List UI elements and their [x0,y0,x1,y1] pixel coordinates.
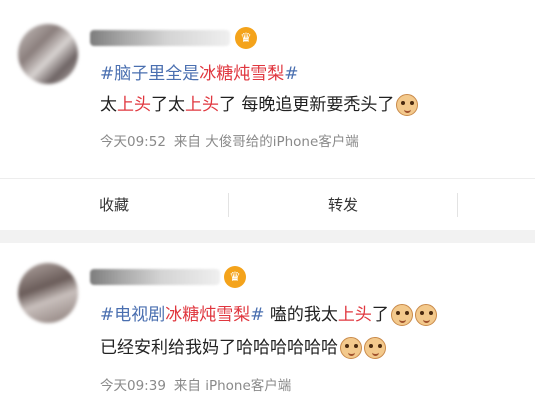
post-text-line2: 已经安利给我妈了哈哈哈哈哈哈 [100,337,386,359]
post-time[interactable]: 今天09:39 [100,378,166,394]
post-card: ♛ #电视剧冰糖炖雪梨# 嗑的我太上头了 已经安利给我妈了哈哈哈哈哈哈 今天09… [0,243,535,403]
post-meta: 今天09:52 来自 大俊哥给的iPhone客户端 [100,130,367,150]
post-text: 太上头了太上头了 每晚追更新要秃头了 [100,94,419,116]
post-text: #电视剧冰糖炖雪梨# 嗑的我太上头了 [100,304,437,326]
cat-face-icon [396,94,419,116]
topic-hashtag[interactable]: #脑子里全是冰糖炖雪梨# [100,64,299,84]
divider [457,193,458,217]
post-meta: 今天09:39 来自 iPhone客户端 [100,374,299,394]
cat-face-icon [414,304,437,326]
cat-face-icon [340,337,362,359]
cat-face-icon [390,304,413,326]
avatar[interactable] [18,263,78,323]
crown-badge-icon: ♛ [235,27,257,49]
post-time[interactable]: 今天09:52 [100,134,166,150]
username-blurred[interactable] [90,30,230,46]
action-bar: 收藏 转发 [0,178,535,231]
collect-button[interactable]: 收藏 [0,179,228,231]
cat-face-icon [364,337,386,359]
post-topic-line: #脑子里全是冰糖炖雪梨# [100,63,299,85]
topic-hashtag[interactable]: #电视剧冰糖炖雪梨# [100,305,265,325]
post-source: 来自 大俊哥给的iPhone客户端 [173,134,359,150]
section-gap [0,230,535,243]
forward-button[interactable]: 转发 [229,179,457,231]
post-card: ♛ #脑子里全是冰糖炖雪梨# 太上头了太上头了 每晚追更新要秃头了 今天09:5… [0,0,535,178]
crown-badge-icon: ♛ [224,266,246,288]
avatar[interactable] [18,24,78,84]
username-blurred[interactable] [90,269,220,285]
post-source: 来自 iPhone客户端 [173,378,292,394]
